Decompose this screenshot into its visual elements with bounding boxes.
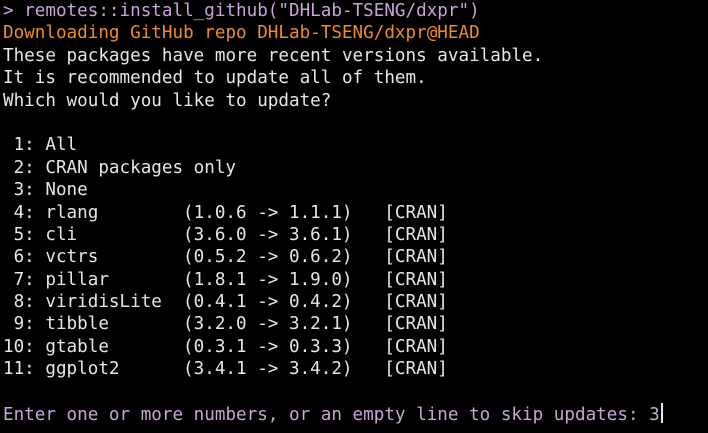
package-number: 5:: [3, 224, 35, 245]
download-status: Downloading GitHub repo DHLab-TSENG/dxpr…: [3, 23, 480, 44]
package-row: 10: gtable (0.3.1 -> 0.3.3) [CRAN]: [0, 336, 708, 358]
option-number: 2:: [3, 157, 35, 178]
package-number: 9:: [3, 314, 35, 335]
package-row: 9: tibble (3.2.0 -> 3.2.1) [CRAN]: [0, 313, 708, 335]
package-versions: (0.3.1 -> 0.3.3): [183, 336, 353, 357]
package-number: 7:: [3, 269, 35, 290]
option-label: All: [45, 135, 78, 156]
package-versions: (3.4.1 -> 3.4.2): [183, 359, 353, 380]
package-versions: (3.6.0 -> 3.6.1): [183, 224, 353, 245]
option-all: 1: All: [0, 134, 708, 156]
package-row: 8: viridisLite (0.4.1 -> 0.4.2) [CRAN]: [0, 291, 708, 313]
package-row: 5: cli (3.6.0 -> 3.6.1) [CRAN]: [0, 224, 708, 246]
option-number: 1:: [3, 135, 35, 156]
option-cran-only: 2: CRAN packages only: [0, 157, 708, 179]
package-source: [CRAN]: [384, 247, 448, 268]
command-line: > remotes::install_github("DHLab-TSENG/d…: [3, 1, 480, 21]
terminal-window[interactable]: > remotes::install_github("DHLab-TSENG/d…: [0, 0, 708, 433]
package-name: gtable: [45, 336, 109, 357]
package-name: vctrs: [45, 247, 99, 268]
package-source: [CRAN]: [384, 292, 448, 313]
package-row: 6: vctrs (0.5.2 -> 0.6.2) [CRAN]: [0, 246, 708, 268]
package-versions: (0.5.2 -> 0.6.2): [183, 247, 353, 268]
package-number: 11:: [3, 359, 35, 380]
package-number: 4:: [3, 202, 35, 223]
input-value[interactable]: 3: [649, 405, 660, 425]
option-label: None: [45, 180, 88, 201]
package-versions: (0.4.1 -> 0.4.2): [183, 292, 353, 313]
package-source: [CRAN]: [384, 336, 448, 357]
package-source: [CRAN]: [384, 269, 448, 290]
update-input-line[interactable]: Enter one or more numbers, or an empty l…: [0, 403, 708, 425]
package-number: 6:: [3, 247, 35, 268]
option-number: 3:: [3, 180, 35, 201]
option-none: 3: None: [0, 179, 708, 201]
message-line-3: Which would you like to update?: [3, 90, 332, 111]
package-row: 4: rlang (1.0.6 -> 1.1.1) [CRAN]: [0, 202, 708, 224]
package-versions: (1.8.1 -> 1.9.0): [183, 269, 353, 290]
package-versions: (3.2.0 -> 3.2.1): [183, 314, 353, 335]
package-row: 11: ggplot2 (3.4.1 -> 3.4.2) [CRAN]: [0, 358, 708, 380]
package-name: tibble: [45, 314, 109, 335]
package-source: [CRAN]: [384, 224, 448, 245]
package-source: [CRAN]: [384, 202, 448, 223]
message-line-2: It is recommended to update all of them.: [3, 68, 427, 89]
package-source: [CRAN]: [384, 314, 448, 335]
message-line-1: These packages have more recent versions…: [3, 45, 544, 66]
package-name: pillar: [45, 269, 109, 290]
package-name: ggplot2: [45, 359, 120, 380]
package-name: cli: [45, 224, 78, 245]
package-row: 7: pillar (1.8.1 -> 1.9.0) [CRAN]: [0, 269, 708, 291]
package-versions: (1.0.6 -> 1.1.1): [183, 202, 353, 223]
package-number: 8:: [3, 292, 35, 313]
text-cursor: [660, 403, 663, 424]
package-number: 10:: [3, 336, 35, 357]
input-prompt: Enter one or more numbers, or an empty l…: [3, 405, 650, 426]
package-source: [CRAN]: [384, 359, 448, 380]
package-name: viridisLite: [45, 292, 162, 313]
option-label: CRAN packages only: [45, 157, 237, 178]
package-name: rlang: [45, 202, 99, 223]
